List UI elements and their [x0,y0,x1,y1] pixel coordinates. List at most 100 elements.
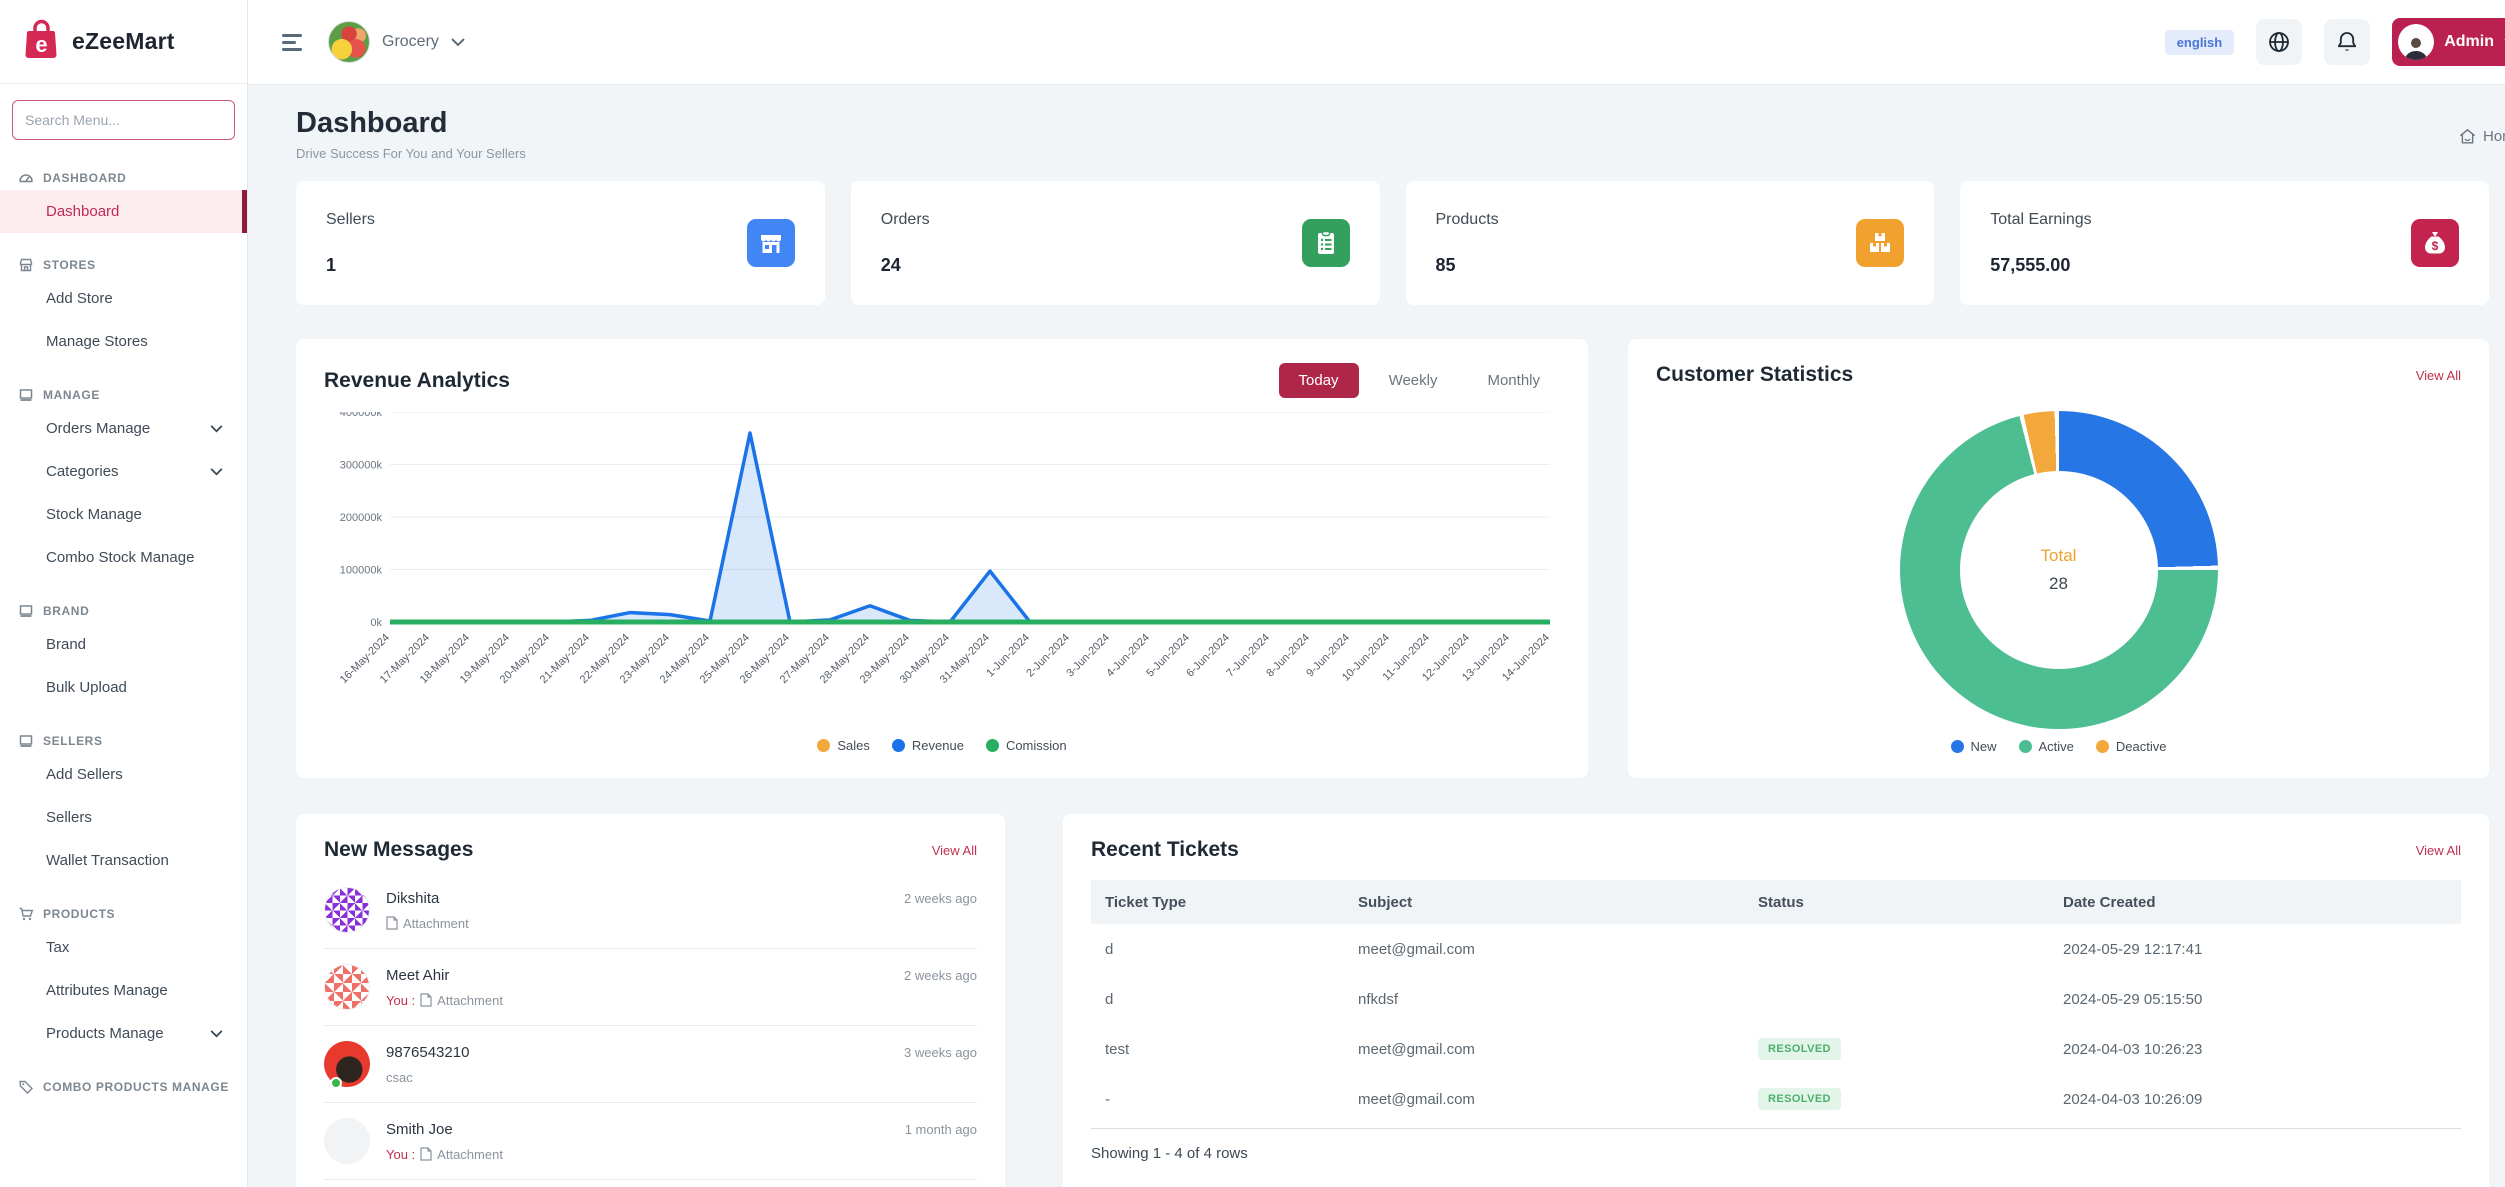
sidebar-item-add-store[interactable]: Add Store [0,277,247,320]
sidebar-item-brand[interactable]: Brand [0,623,247,666]
svg-text:$: $ [2432,239,2439,253]
window-icon [18,387,34,403]
language-globe-button[interactable] [2256,19,2302,65]
message-item-smith-joe[interactable]: Smith JoeYou :Attachment1 month ago [324,1103,977,1180]
admin-avatar [2398,24,2434,60]
legend-item-active: Active [2019,739,2074,754]
ticket-row[interactable]: testmeet@gmail.comRESOLVED2024-04-03 10:… [1091,1024,2461,1074]
app-logo[interactable]: e eZeeMart [0,0,247,84]
tickets-table-footer: Showing 1 - 4 of 4 rows [1091,1145,2461,1162]
ticket-row[interactable]: dmeet@gmail.com2024-05-29 12:17:41 [1091,924,2461,974]
tab-today[interactable]: Today [1279,363,1359,398]
avatar [324,1041,370,1087]
attachment-icon [420,993,432,1007]
revenue-analytics-title: Revenue Analytics [324,369,510,393]
tickets-table: Ticket TypeSubjectStatusDate Created dme… [1091,880,2461,1129]
breadcrumb[interactable]: Home [2458,127,2505,146]
clipboard-icon [1302,219,1350,267]
status-badge: RESOLVED [1758,1088,1841,1110]
column-header-ticket-type: Ticket Type [1091,894,1344,911]
message-item-meet-ahir[interactable]: Meet AhirYou :Attachment2 weeks ago [324,949,977,1026]
tag-icon [18,1079,34,1095]
store-switcher[interactable]: Grocery [328,21,465,63]
store-avatar [328,21,370,63]
ticket-row[interactable]: dnfkdsf2024-05-29 05:15:50 [1091,974,2461,1024]
ticket-status-cell: RESOLVED [1744,1088,2049,1110]
ticket-date-cell: 2024-05-29 12:17:41 [2049,941,2461,958]
sidebar-item-attributes-manage[interactable]: Attributes Manage [0,969,247,1012]
sidebar-item-combo-stock-manage[interactable]: Combo Stock Manage [0,536,247,579]
ticket-subject-cell: meet@gmail.com [1344,1041,1744,1058]
donut-center-label: Total [2041,546,2077,566]
ticket-row[interactable]: -meet@gmail.comRESOLVED2024-04-03 10:26:… [1091,1074,2461,1124]
column-header-status: Status [1744,894,2049,911]
window-icon [18,733,34,749]
sidebar-item-wallet-transaction[interactable]: Wallet Transaction [0,839,247,882]
sidebar-item-tax[interactable]: Tax [0,926,247,969]
revenue-period-tabs: Today Weekly Monthly [1279,363,1560,398]
sidebar-item-bulk-upload[interactable]: Bulk Upload [0,666,247,709]
legend-item-revenue: Revenue [892,738,964,753]
stat-card-orders: Orders24 [851,181,1380,305]
admin-label: Admin [2444,33,2494,51]
new-messages-view-all-link[interactable]: View All [932,843,977,858]
sidebar-item-stock-manage[interactable]: Stock Manage [0,493,247,536]
column-header-date-created: Date Created [2049,894,2461,911]
home-icon [2458,127,2477,146]
svg-text:100000k: 100000k [340,565,383,577]
tab-weekly[interactable]: Weekly [1369,363,1458,398]
recent-tickets-view-all-link[interactable]: View All [2416,843,2461,858]
messages-list: DikshitaAttachment2 weeks agoMeet AhirYo… [324,872,977,1180]
ticket-date-cell: 2024-05-29 05:15:50 [2049,991,2461,1008]
globe-icon [2267,30,2291,54]
recent-tickets-title: Recent Tickets [1091,838,1239,862]
sidebar-item-categories[interactable]: Categories [0,450,247,493]
revenue-chart-legend: SalesRevenueComission [324,738,1560,753]
legend-item-comission: Comission [986,738,1067,753]
sidebar-item-manage-stores[interactable]: Manage Stores [0,320,247,363]
hamburger-menu-icon[interactable] [282,34,302,51]
sidebar-item-orders-manage[interactable]: Orders Manage [0,407,247,450]
sidebar-item-products-manage[interactable]: Products Manage [0,1012,247,1055]
message-item-9876543210[interactable]: 9876543210csac3 weeks ago [324,1026,977,1103]
sidebar-section-dashboard: DASHBOARD [0,170,247,186]
customer-statistics-title: Customer Statistics [1656,363,1853,387]
column-header-subject: Subject [1344,894,1744,911]
topbar: Grocery english [248,0,2505,85]
sidebar-section-products: PRODUCTS [0,906,247,922]
customer-statistics-donut-chart: Total 28 [1900,411,2218,729]
tab-monthly[interactable]: Monthly [1467,363,1560,398]
customer-statistics-view-all-link[interactable]: View All [2416,368,2461,383]
sidebar-item-sellers[interactable]: Sellers [0,796,247,839]
bell-icon [2335,30,2359,54]
notifications-button[interactable] [2324,19,2370,65]
customer-statistics-card: Customer Statistics View All Total 28 Ne… [1628,339,2489,778]
ticket-type-cell: test [1091,1041,1344,1058]
svg-text:0k: 0k [370,617,382,629]
sidebar-nav: DASHBOARD Dashboard STORES Add StoreManage … [0,170,247,1095]
avatar [324,1118,370,1164]
sidebar-section-brand: BRAND [0,603,247,619]
online-status-dot [330,1077,342,1089]
app-title: eZeeMart [72,28,175,55]
admin-menu-button[interactable]: Admin [2392,18,2505,66]
sidebar-item-dashboard[interactable]: Dashboard [0,190,247,233]
message-time: 1 month ago [905,1118,977,1137]
svg-text:e: e [35,32,47,57]
ticket-subject-cell: nfkdsf [1344,991,1744,1008]
storefront-icon [747,219,795,267]
recent-tickets-card: Recent Tickets View All Ticket TypeSubje… [1063,814,2489,1187]
ticket-date-cell: 2024-04-03 10:26:23 [2049,1041,2461,1058]
sidebar-search-input[interactable] [12,100,235,140]
message-time: 2 weeks ago [904,887,977,906]
legend-item-deactive: Deactive [2096,739,2167,754]
sidebar-section-stores: STORES [0,257,247,273]
attachment-icon [386,916,398,930]
message-item-dikshita[interactable]: DikshitaAttachment2 weeks ago [324,872,977,949]
stat-card-products: Products85 [1406,181,1935,305]
page-title: Dashboard [296,107,526,140]
sidebar-item-add-sellers[interactable]: Add Sellers [0,753,247,796]
language-badge: english [2165,30,2235,55]
tickets-table-header: Ticket TypeSubjectStatusDate Created [1091,880,2461,924]
customer-statistics-legend: NewActiveDeactive [1656,739,2461,754]
